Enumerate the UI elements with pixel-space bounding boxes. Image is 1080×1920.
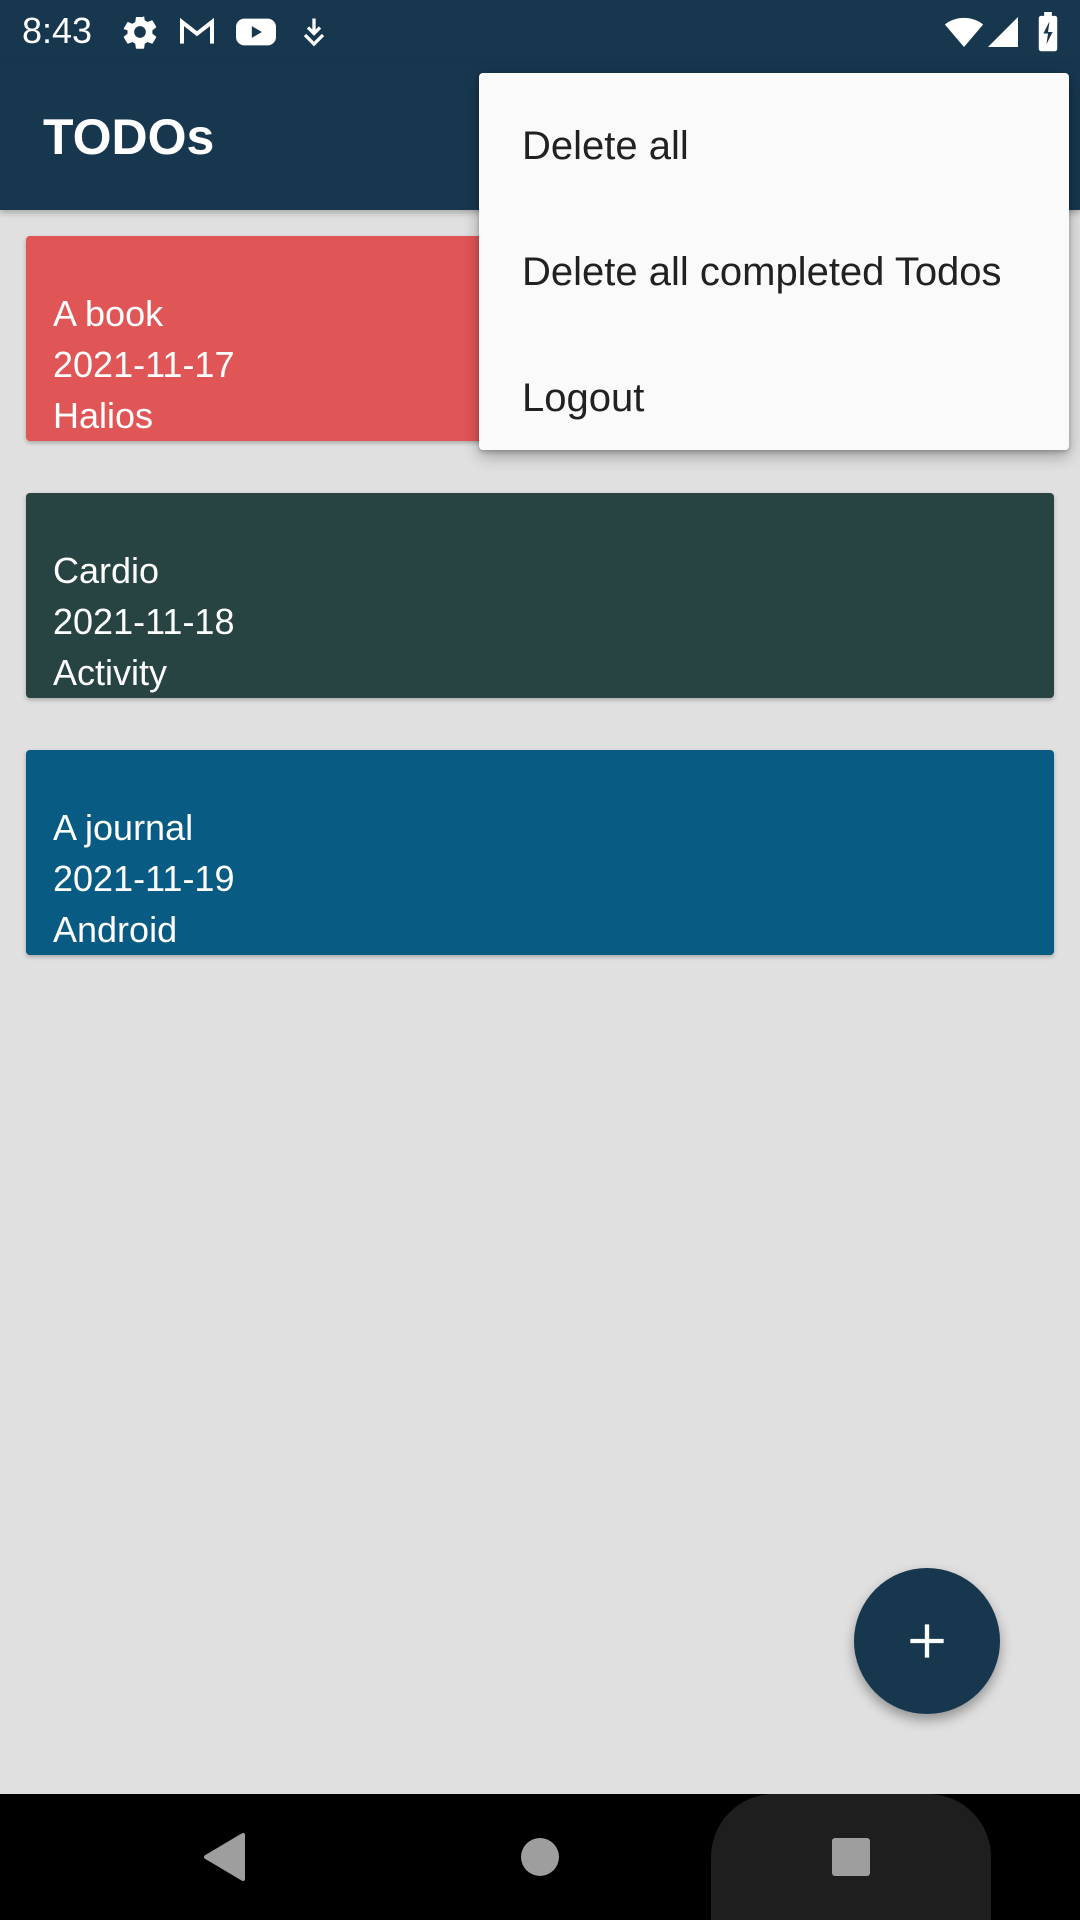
battery-charging-icon [1036, 12, 1060, 52]
wifi-icon [943, 12, 985, 52]
cell-signal-icon [985, 12, 1021, 52]
plus-icon [910, 1624, 944, 1658]
status-time: 8:43 [22, 10, 93, 51]
home-button[interactable] [477, 1794, 603, 1920]
status-bar: 8:43 [0, 0, 1080, 63]
gear-icon [120, 12, 160, 52]
menu-item-logout[interactable]: Logout [479, 335, 1069, 461]
todo-date: 2021-11-19 [53, 858, 235, 899]
youtube-icon [234, 12, 278, 52]
screen: 8:43 TODOs A book 2021-11-17 Halios Card… [0, 0, 1080, 1920]
add-todo-button[interactable] [854, 1568, 1000, 1714]
back-icon [204, 1833, 245, 1881]
recents-button[interactable] [788, 1794, 914, 1920]
todo-title: Cardio [53, 550, 160, 591]
recents-icon [832, 1838, 870, 1876]
overflow-menu: Delete all Delete all completed Todos Lo… [479, 73, 1069, 450]
nav-bar [0, 1794, 1080, 1920]
download-icon [296, 12, 332, 52]
menu-item-delete-all[interactable]: Delete all [479, 83, 1069, 209]
back-button[interactable] [163, 1794, 289, 1920]
page-title: TODOs [43, 109, 215, 165]
todo-title: A journal [53, 807, 194, 848]
gmail-icon [177, 12, 217, 52]
home-icon [521, 1838, 559, 1876]
menu-item-delete-completed[interactable]: Delete all completed Todos [479, 209, 1069, 335]
todo-category: Android [53, 909, 178, 950]
todo-category: Activity [53, 652, 168, 693]
todo-card[interactable]: A journal 2021-11-19 Android [26, 750, 1054, 955]
todo-card[interactable]: Cardio 2021-11-18 Activity [26, 493, 1054, 698]
todo-date: 2021-11-18 [53, 601, 235, 642]
